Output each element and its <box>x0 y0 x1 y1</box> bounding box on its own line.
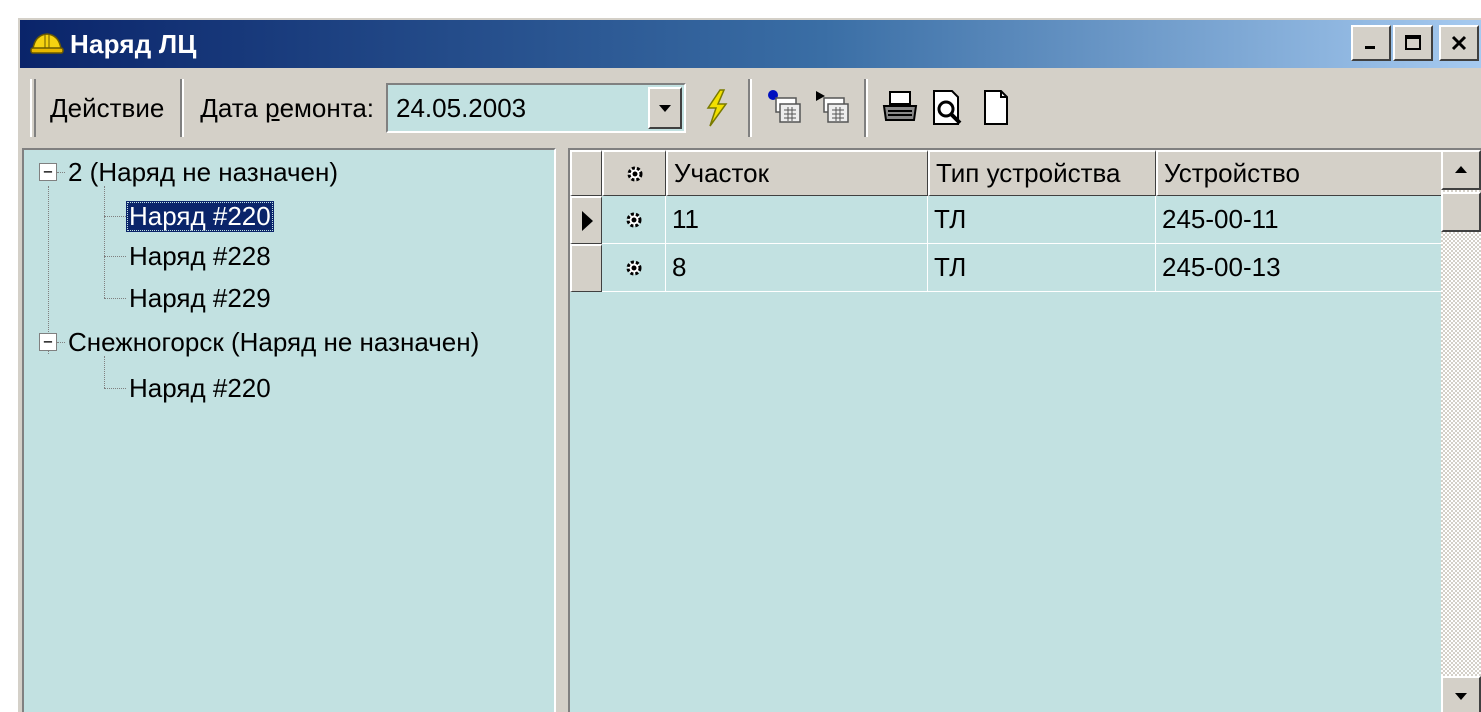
gear-icon <box>627 166 642 181</box>
repair-date-label-accel: р <box>265 92 280 123</box>
tree-order-label[interactable]: Наряд #228 <box>126 241 274 272</box>
new-document-button[interactable] <box>974 83 1018 133</box>
add-record-button[interactable] <box>762 83 806 133</box>
tree-connector <box>104 256 126 257</box>
column-header-section[interactable]: Участок <box>666 150 928 196</box>
chevron-down-icon <box>1455 693 1467 700</box>
collapse-icon[interactable]: − <box>39 333 57 351</box>
column-header-device[interactable]: Устройство <box>1156 150 1442 196</box>
toolbar: Действие Дата ремонта: 24.05.2003 <box>20 72 1481 144</box>
main-window: Наряд ЛЦ Действие Дата ремонта: 24.05.20… <box>16 16 1481 712</box>
print-button[interactable] <box>878 83 922 133</box>
repair-date-dropdown-button[interactable] <box>648 87 683 129</box>
action-menu-button[interactable]: Действие <box>42 93 172 124</box>
tree-connector <box>104 216 126 217</box>
toolbar-separator <box>864 79 869 137</box>
cell-device[interactable]: 245-00-13 <box>1156 244 1442 292</box>
devices-grid[interactable]: Участок Тип устройства Устройство 11 ТЛ … <box>568 148 1481 712</box>
play-record-icon <box>816 91 849 123</box>
scroll-thumb[interactable] <box>1441 192 1481 232</box>
cell-section[interactable]: 11 <box>666 196 928 244</box>
grid-indicator-header <box>570 150 602 196</box>
current-row-arrow-icon <box>581 210 593 231</box>
tree-connector <box>57 171 65 173</box>
orders-tree[interactable]: − 2 (Наряд не назначен) Наряд #220 Наряд… <box>22 148 556 712</box>
tree-group-node[interactable]: − 2 (Наряд не назначен) <box>39 154 341 190</box>
refresh-button[interactable] <box>694 83 738 133</box>
panel-splitter[interactable] <box>556 148 568 712</box>
add-record-icon <box>768 90 801 123</box>
tree-order-label[interactable]: Наряд #220 <box>126 373 274 404</box>
row-indicator[interactable] <box>570 196 602 244</box>
print-preview-icon <box>933 90 962 125</box>
chevron-down-icon <box>659 105 672 112</box>
tree-order-node[interactable]: Наряд #220 <box>126 370 274 406</box>
close-icon <box>1451 35 1467 51</box>
grid-vertical-scrollbar[interactable] <box>1441 150 1481 712</box>
tree-group-label[interactable]: 2 (Наряд не назначен) <box>65 157 341 188</box>
new-document-icon <box>984 90 1009 125</box>
grid-header: Участок Тип устройства Устройство <box>570 150 1442 196</box>
lightning-icon <box>706 89 728 127</box>
toolbar-grip[interactable] <box>30 79 36 137</box>
repair-date-label: Дата ремонта: <box>192 93 382 124</box>
hardhat-icon <box>28 25 66 63</box>
tree-connector <box>104 186 105 298</box>
scroll-up-button[interactable] <box>1441 150 1481 190</box>
tree-order-node[interactable]: Наряд #228 <box>126 238 274 274</box>
minimize-icon <box>1365 46 1375 49</box>
play-record-button[interactable] <box>810 83 854 133</box>
minimize-button[interactable] <box>1351 25 1391 61</box>
tree-connector <box>104 388 126 389</box>
printer-icon <box>882 91 918 121</box>
toolbar-separator <box>748 79 753 137</box>
table-row[interactable]: 8 ТЛ 245-00-13 <box>570 244 1442 292</box>
row-indicator[interactable] <box>570 244 602 292</box>
table-row[interactable]: 11 ТЛ 245-00-11 <box>570 196 1442 244</box>
cell-section[interactable]: 8 <box>666 244 928 292</box>
tree-order-label[interactable]: Наряд #229 <box>126 283 274 314</box>
scroll-down-button[interactable] <box>1441 676 1481 712</box>
tree-connector <box>104 298 126 299</box>
tree-connector <box>57 341 65 343</box>
tree-group-label[interactable]: Снежногорск (Наряд не назначен) <box>65 327 482 358</box>
chevron-up-icon <box>1455 166 1467 173</box>
repair-date-label-part: Дата <box>200 92 266 123</box>
row-gear-cell[interactable] <box>602 244 666 292</box>
repair-date-label-part: емонта: <box>279 92 375 123</box>
tree-order-label[interactable]: Наряд #220 <box>126 200 274 232</box>
window-controls <box>1351 25 1479 61</box>
gear-icon <box>626 260 641 275</box>
cell-device-type[interactable]: ТЛ <box>928 244 1156 292</box>
window-title: Наряд ЛЦ <box>70 28 197 59</box>
print-preview-button[interactable] <box>926 83 970 133</box>
column-header-device-type[interactable]: Тип устройства <box>928 150 1156 196</box>
gear-icon <box>626 212 641 227</box>
collapse-icon[interactable]: − <box>39 163 57 181</box>
close-button[interactable] <box>1439 25 1479 61</box>
tree-group-node[interactable]: − Снежногорск (Наряд не назначен) <box>39 324 482 360</box>
tree-order-node[interactable]: Наряд #220 <box>126 198 274 234</box>
toolbar-separator <box>180 79 185 137</box>
cell-device[interactable]: 245-00-11 <box>1156 196 1442 244</box>
row-gear-cell[interactable] <box>602 196 666 244</box>
tree-order-node[interactable]: Наряд #229 <box>126 280 274 316</box>
cell-device-type[interactable]: ТЛ <box>928 196 1156 244</box>
title-bar[interactable]: Наряд ЛЦ <box>20 20 1481 68</box>
repair-date-combo[interactable]: 24.05.2003 <box>386 83 687 133</box>
maximize-button[interactable] <box>1393 25 1433 61</box>
maximize-icon <box>1405 35 1421 50</box>
gear-column-header[interactable] <box>602 150 666 196</box>
repair-date-value: 24.05.2003 <box>396 93 527 123</box>
tree-connector <box>104 356 105 388</box>
